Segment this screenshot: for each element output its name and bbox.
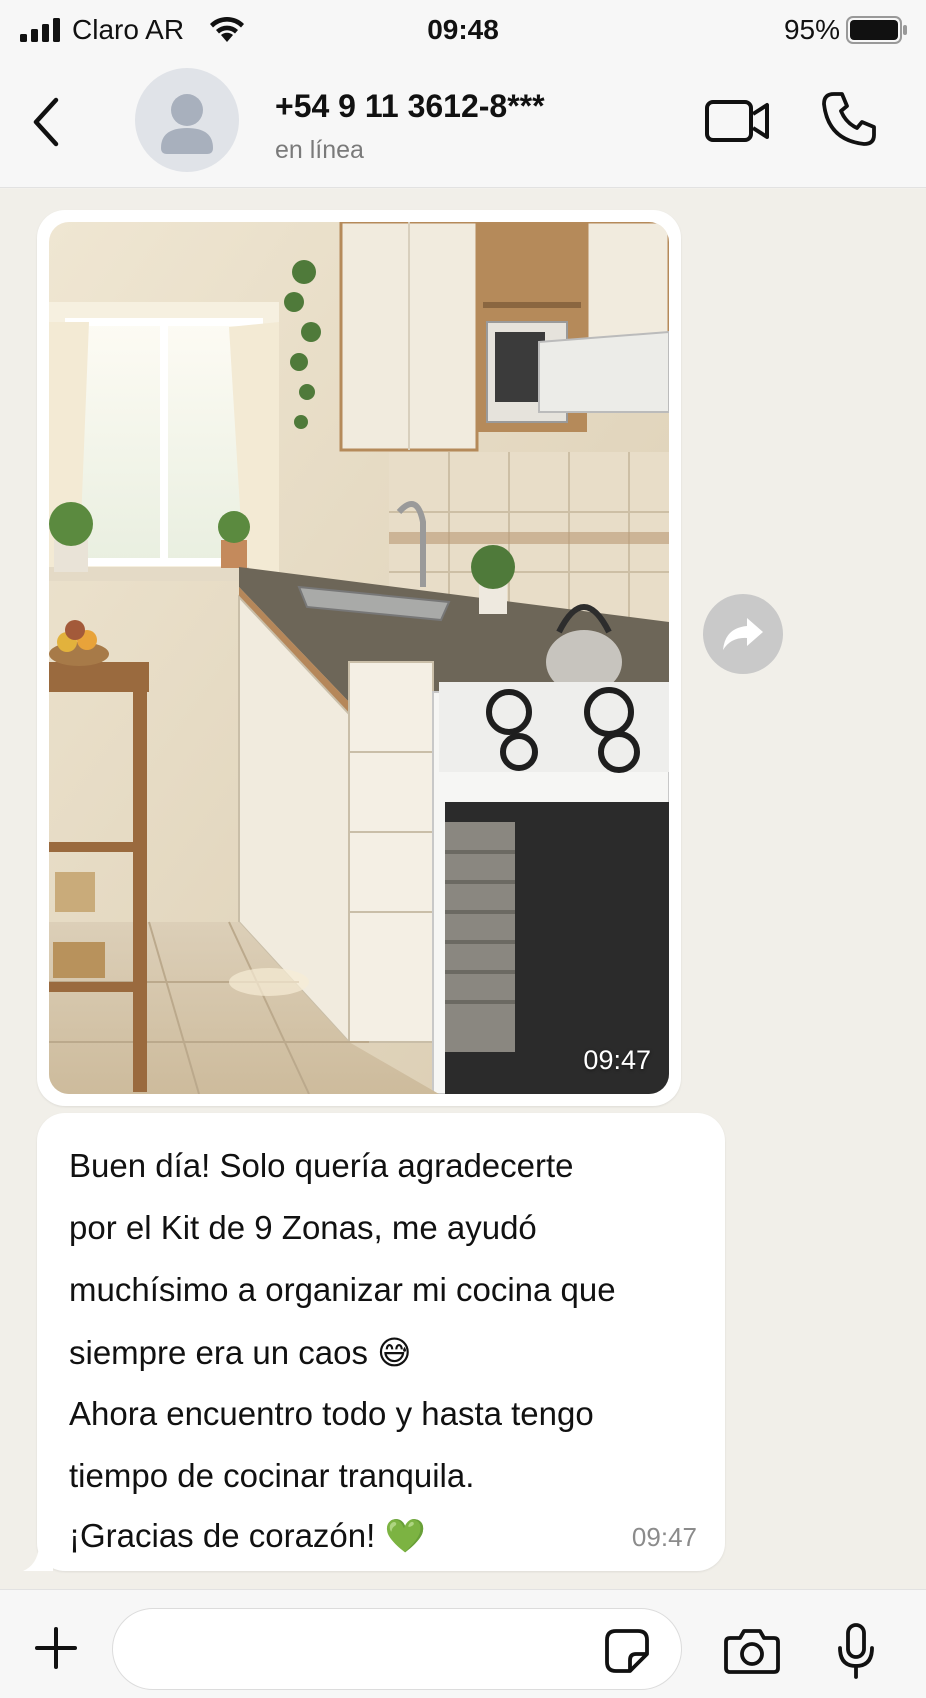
- contact-status: en línea: [275, 136, 364, 164]
- contact-name[interactable]: +54 9 11 3612-8***: [275, 88, 545, 125]
- message-line: ¡Gracias de corazón! 💚: [69, 1517, 426, 1554]
- phone-icon[interactable]: [820, 90, 878, 148]
- battery-percent: 95%: [783, 14, 840, 45]
- whatsapp-chat-screen: Claro AR 09:48 95% +54 9 11 3612-8*** en…: [0, 0, 926, 1698]
- chat-header: +54 9 11 3612-8*** en línea: [0, 60, 926, 188]
- kitchen-photo-illustration: [49, 222, 669, 1094]
- message-line: muchísimo a organizar mi cocina que: [69, 1271, 616, 1308]
- image-timestamp: 09:47: [583, 1045, 651, 1075]
- message-line: Ahora encuentro todo y hasta tengo: [69, 1395, 594, 1432]
- message-line: tiempo de cocinar tranquila.: [69, 1457, 475, 1494]
- forward-button[interactable]: [703, 594, 783, 674]
- text-message-bubble[interactable]: Buen día! Solo quería agradecerte por el…: [23, 1113, 725, 1571]
- message-line: Buen día! Solo quería agradecerte: [69, 1147, 574, 1184]
- bubble-tail: [23, 1547, 53, 1571]
- person-icon: [161, 94, 213, 154]
- battery-icon: [846, 16, 907, 44]
- status-bar: Claro AR 09:48 95%: [0, 0, 926, 60]
- message-line: por el Kit de 9 Zonas, me ayudó: [69, 1209, 537, 1246]
- message-timestamp: 09:47: [631, 1522, 697, 1552]
- message-input[interactable]: [112, 1608, 682, 1690]
- kitchen-photo[interactable]: 09:47: [49, 222, 669, 1094]
- chevron-left-icon[interactable]: [28, 94, 68, 150]
- plus-icon[interactable]: [34, 1626, 78, 1670]
- video-camera-icon[interactable]: [705, 96, 771, 146]
- sticker-icon[interactable]: [604, 1628, 650, 1674]
- input-bar: [0, 1589, 926, 1698]
- message-line: siempre era un caos 😅: [69, 1334, 412, 1371]
- avatar[interactable]: [135, 68, 239, 172]
- forward-arrow-icon: [723, 618, 763, 650]
- camera-icon[interactable]: [724, 1626, 780, 1674]
- image-message-bubble[interactable]: 09:47: [37, 210, 681, 1106]
- microphone-icon[interactable]: [836, 1622, 876, 1680]
